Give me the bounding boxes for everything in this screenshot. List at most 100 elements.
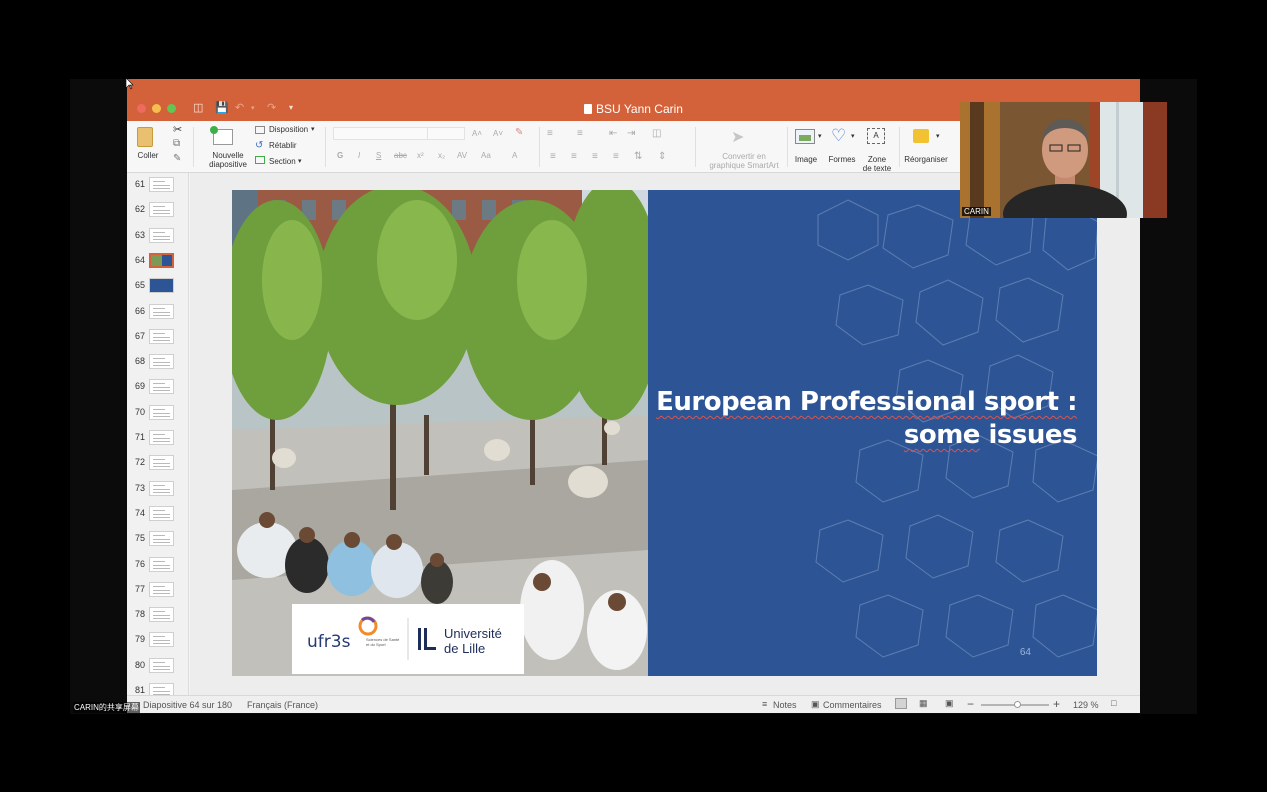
zoom-in-icon[interactable]: + [1053, 697, 1060, 711]
slide-thumbnail[interactable] [149, 556, 174, 572]
section-button[interactable]: Section [269, 157, 296, 166]
justify-icon[interactable]: ≡ [613, 151, 619, 162]
align-left-icon[interactable]: ≡ [550, 151, 556, 162]
paste-icon[interactable] [137, 127, 153, 147]
shapes-button[interactable]: Formes [825, 155, 859, 164]
change-case-button[interactable]: Aa [481, 151, 491, 160]
copy-icon[interactable]: ⧉ [173, 138, 180, 149]
slide-thumbnail[interactable] [149, 455, 174, 471]
thumbnail-number: 62 [134, 204, 145, 215]
reset-icon[interactable]: ↺ [255, 140, 263, 151]
slide-thumbnail[interactable] [149, 430, 174, 445]
thumbnail-number: 61 [134, 179, 145, 189]
webcam-video: CARIN [960, 102, 1167, 218]
slide-thumbnail[interactable] [149, 227, 174, 243]
slide-thumbnail[interactable] [149, 252, 174, 268]
bullets-icon[interactable]: ≡ [547, 128, 553, 139]
document-icon [584, 104, 593, 114]
language-label[interactable]: Français (France) [247, 700, 318, 710]
thumbnail-number: 79 [134, 634, 145, 645]
layout-button[interactable]: Disposition [269, 125, 308, 134]
image-icon[interactable] [795, 129, 815, 144]
slide-thumbnail[interactable] [149, 328, 174, 344]
slide-thumbnail[interactable] [149, 480, 174, 496]
decrease-indent-icon[interactable]: ⇤ [609, 128, 617, 139]
image-dropdown-icon[interactable]: ▾ [818, 132, 822, 140]
slide-thumbnail[interactable] [149, 303, 174, 319]
zoom-out-icon[interactable]: − [967, 697, 974, 711]
italic-button[interactable]: I [358, 151, 360, 160]
slide-thumbnail[interactable] [149, 379, 174, 395]
comments-icon[interactable]: ▣ [811, 699, 820, 710]
section-dropdown-icon[interactable]: ▾ [298, 157, 302, 165]
thumbnail-number: 73 [134, 482, 145, 493]
arrange-dropdown-icon[interactable]: ▾ [936, 132, 940, 140]
numbering-icon[interactable]: ≡ [577, 128, 583, 139]
slide-thumbnail[interactable] [149, 354, 174, 370]
slide-position-label: Diapositive 64 sur 180 [143, 700, 233, 710]
arrange-button[interactable]: Réorganiser [901, 155, 951, 164]
reset-button[interactable]: Rétablir [269, 141, 297, 150]
convert-smartart-button[interactable]: Convertir en graphique SmartArt [697, 152, 791, 170]
font-size-field[interactable] [427, 127, 465, 140]
new-slide-icon[interactable] [210, 126, 233, 145]
image-button[interactable]: Image [789, 155, 823, 164]
zoom-slider-thumb[interactable] [1014, 701, 1021, 708]
character-spacing-button[interactable]: AV [457, 151, 467, 160]
slide-thumbnail[interactable] [149, 177, 174, 192]
reading-view-icon[interactable]: ▣ [945, 698, 954, 709]
cut-icon[interactable]: ✂ [173, 123, 182, 136]
textbox-button[interactable]: Zone de texte [857, 155, 897, 173]
slide-thumbnail[interactable] [149, 505, 174, 521]
new-slide-button[interactable]: Nouvelle diapositive [203, 151, 253, 169]
comments-button[interactable]: Commentaires [823, 700, 882, 710]
format-painter-icon[interactable]: ✎ [173, 153, 181, 164]
bold-button[interactable]: G [337, 151, 343, 160]
shapes-icon[interactable]: ♡ [831, 126, 846, 146]
smartart-icon[interactable]: ➤ [731, 127, 744, 147]
notes-button[interactable]: Notes [773, 700, 797, 710]
slide-thumbnail[interactable] [149, 683, 174, 695]
clear-formatting-icon[interactable]: ✎ [515, 127, 523, 138]
superscript-button[interactable]: x² [417, 151, 424, 160]
current-slide[interactable]: ufr3s Sciences de Santé et du Sport Univ… [232, 190, 1097, 676]
normal-view-icon[interactable] [895, 698, 907, 709]
slide-thumbnail[interactable] [149, 531, 174, 547]
slide-thumbnail[interactable] [149, 404, 174, 420]
arrange-icon[interactable] [913, 129, 929, 143]
slide-thumbnail[interactable] [149, 632, 174, 648]
slide-title[interactable]: European Professional sport : some issue… [656, 386, 1077, 452]
slide-thumbnail[interactable] [149, 278, 174, 294]
strikethrough-button[interactable]: abc [394, 151, 407, 160]
document-title-text: BSU Yann Carin [596, 102, 683, 116]
thumbnail-number: 64 [134, 254, 145, 265]
decrease-font-icon[interactable]: A˅ [493, 129, 503, 138]
shapes-dropdown-icon[interactable]: ▾ [851, 132, 855, 140]
layout-dropdown-icon[interactable]: ▾ [311, 125, 315, 133]
slide-thumbnail-panel[interactable]: 61 62 63 64 65 66 67 68 69 70 71 72 73 74 75 76 77 78 79 80… [127, 173, 189, 695]
text-direction-icon[interactable]: ⇅ [634, 151, 642, 162]
align-right-icon[interactable]: ≡ [592, 151, 598, 162]
align-text-icon[interactable]: ⇕ [658, 151, 666, 162]
thumbnail-number: 77 [134, 583, 145, 594]
increase-indent-icon[interactable]: ⇥ [627, 128, 635, 139]
subscript-button[interactable]: x₂ [438, 151, 445, 160]
slide-thumbnail[interactable] [149, 202, 174, 218]
slide-thumbnail[interactable] [149, 657, 174, 673]
slide-thumbnail[interactable] [149, 581, 174, 597]
paste-button[interactable]: Coller [133, 151, 163, 160]
align-center-icon[interactable]: ≡ [571, 151, 577, 162]
notes-icon[interactable]: ≡ [762, 699, 767, 709]
increase-font-icon[interactable]: A˄ [472, 129, 482, 138]
zoom-level[interactable]: 129 % [1073, 700, 1099, 710]
slide-sorter-icon[interactable]: ▦ [919, 698, 928, 709]
section-icon[interactable] [255, 156, 265, 164]
font-color-button[interactable]: A [512, 151, 517, 160]
slide-thumbnail[interactable] [149, 607, 174, 623]
textbox-icon[interactable]: A [867, 128, 885, 144]
layout-icon[interactable] [255, 126, 265, 134]
fit-to-window-icon[interactable]: □ [1111, 698, 1116, 708]
mouse-cursor-icon [126, 78, 134, 90]
columns-icon[interactable]: ◫ [652, 128, 661, 139]
underline-button[interactable]: S [376, 151, 381, 160]
